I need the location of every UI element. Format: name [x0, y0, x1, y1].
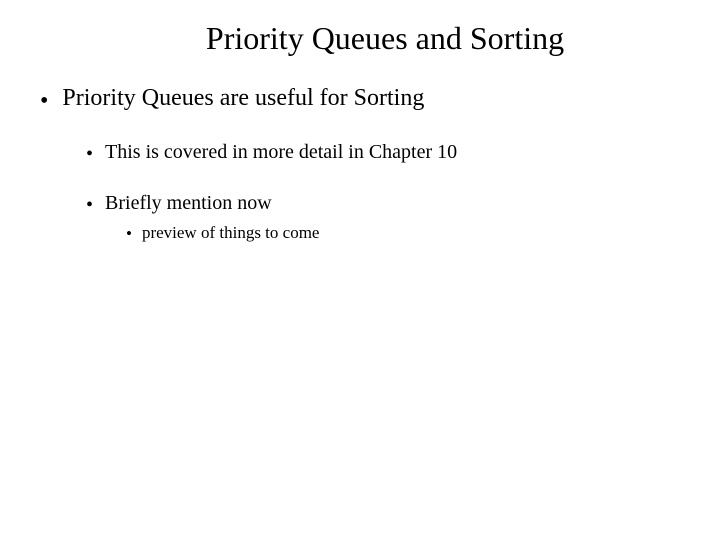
bullet-text: Briefly mention now — [105, 192, 690, 215]
bullet-text: Priority Queues are useful for Sorting — [62, 85, 690, 112]
bullet-dot-icon: • — [86, 192, 93, 215]
bullet-dot-icon: • — [86, 141, 93, 164]
slide-title: Priority Queues and Sorting — [80, 20, 690, 57]
bullet-text: This is covered in more detail in Chapte… — [105, 141, 690, 164]
bullet-item-level-1: • Priority Queues are useful for Sorting — [40, 85, 690, 113]
bullet-item-level-2: • This is covered in more detail in Chap… — [86, 141, 690, 164]
bullet-item-level-2: • Briefly mention now — [86, 192, 690, 215]
bullet-item-level-3: • preview of things to come — [126, 223, 690, 243]
bullet-dot-icon: • — [40, 85, 48, 113]
bullet-dot-icon: • — [126, 223, 132, 242]
bullet-text: preview of things to come — [142, 223, 690, 243]
